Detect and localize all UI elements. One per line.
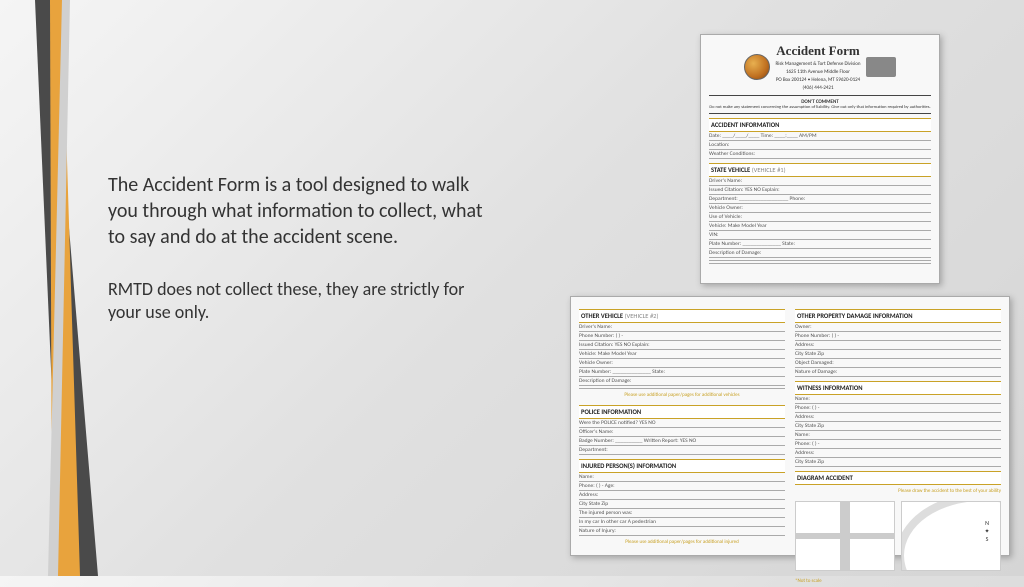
section-accident-info: ACCIDENT INFORMATION	[709, 118, 931, 132]
section-injured-persons: INJURED PERSON(S) INFORMATION	[579, 459, 785, 473]
section-property-damage: OTHER PROPERTY DAMAGE INFORMATION	[795, 309, 1001, 323]
form-right-column: OTHER PROPERTY DAMAGE INFORMATION Owner:…	[795, 305, 1001, 547]
form-title: Accident Form	[776, 43, 861, 59]
diagram-area	[795, 501, 1001, 571]
car-icon	[866, 57, 896, 77]
state-seal-icon	[744, 54, 770, 80]
body-text: The Accident Form is a tool designed to …	[108, 172, 488, 325]
section-diagram: DIAGRAM ACCIDENT	[795, 471, 1001, 485]
section-police-info: POLICE INFORMATION	[579, 405, 785, 419]
paragraph-2: RMTD does not collect these, they are st…	[108, 278, 488, 325]
intersection-icon	[795, 501, 895, 571]
section-state-vehicle: STATE VEHICLE (VEHICLE #1)	[709, 163, 931, 177]
compass-icon: N ✦ S	[977, 519, 997, 543]
paragraph-1: The Accident Form is a tool designed to …	[108, 172, 488, 250]
section-witness-info: WITNESS INFORMATION	[795, 381, 1001, 395]
accident-form-page-2: OTHER VEHICLE (VEHICLE #2) Driver's Name…	[570, 296, 1010, 556]
form-left-column: OTHER VEHICLE (VEHICLE #2) Driver's Name…	[579, 305, 785, 547]
warning-box: DON'T COMMENT Do not make any statement …	[709, 95, 931, 114]
section-other-vehicle: OTHER VEHICLE (VEHICLE #2)	[579, 309, 785, 323]
accident-form-page-1: Accident Form Risk Management & Tort Def…	[700, 34, 940, 284]
accent-stripes	[0, 0, 100, 576]
